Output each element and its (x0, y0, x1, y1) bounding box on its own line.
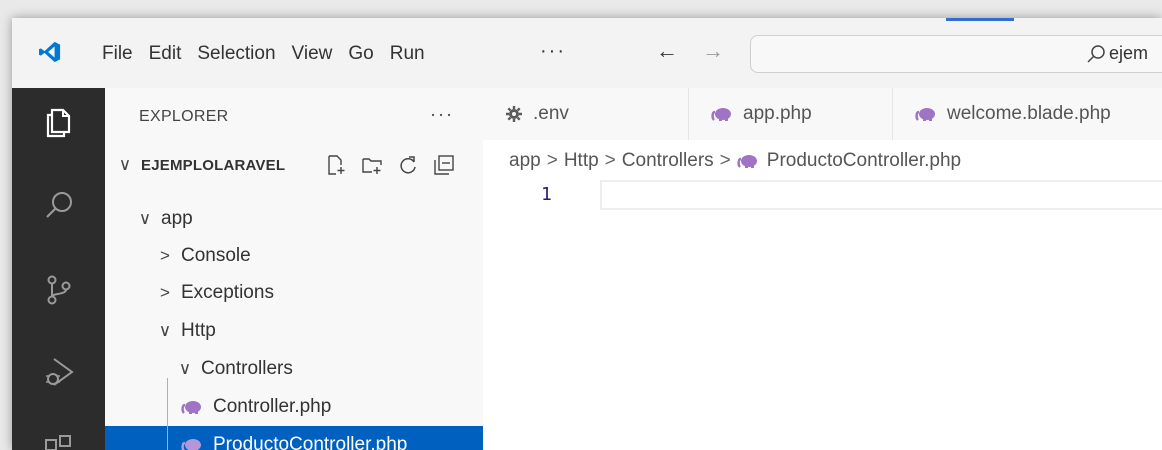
source-control-icon[interactable] (42, 273, 76, 307)
breadcrumb-controllers[interactable]: Controllers (622, 150, 714, 172)
vscode-window: File Edit Selection View Go Run ··· ← → … (12, 18, 1162, 450)
command-center-search[interactable]: ejem (750, 35, 1162, 73)
php-elephant-icon (915, 108, 935, 121)
tree-item-productocontroller-php[interactable]: ProductoController.php (105, 426, 483, 450)
line-number: 1 (541, 184, 552, 205)
current-line-highlight[interactable] (600, 180, 1162, 210)
php-elephant-icon (181, 439, 201, 450)
tab-env[interactable]: .env (483, 88, 689, 140)
tree-item-label: ProductoController.php (213, 434, 408, 450)
menu-more-button[interactable]: ··· (540, 40, 566, 63)
menu-view[interactable]: View (284, 42, 341, 66)
tree-item-http[interactable]: ∨ Http (105, 312, 483, 350)
php-elephant-icon (181, 401, 201, 414)
editor-area: .env app.php welcome.blade.php app > Htt… (483, 88, 1162, 450)
refresh-icon[interactable] (397, 154, 419, 176)
extensions-icon[interactable] (42, 428, 76, 450)
chevron-right-icon: > (160, 246, 170, 265)
tree-item-label: Http (181, 320, 216, 341)
chevron-down-icon: ∨ (138, 209, 152, 228)
title-accent-line (946, 18, 1014, 21)
tree-item-app[interactable]: ∨ app (105, 200, 483, 238)
search-icon[interactable] (42, 188, 76, 222)
search-icon (1087, 45, 1105, 63)
breadcrumb-separator: > (546, 150, 558, 171)
breadcrumb-app[interactable]: app (509, 150, 541, 172)
back-arrow-icon[interactable]: ← (656, 38, 678, 64)
vscode-logo-icon (39, 41, 61, 63)
root-folder-label: EJEMPLOLARAVEL (141, 156, 286, 174)
explorer-actions (325, 154, 455, 176)
menu-go[interactable]: Go (340, 42, 381, 66)
tree-item-label: Controller.php (213, 396, 332, 417)
chevron-down-icon: ∨ (158, 321, 172, 340)
chevron-down-icon: ∨ (178, 359, 192, 378)
tab-label: .env (533, 103, 569, 124)
tab-app-php[interactable]: app.php (689, 88, 893, 140)
menu-bar: File Edit Selection View Go Run (94, 42, 433, 66)
menu-edit[interactable]: Edit (141, 42, 190, 66)
breadcrumb-file[interactable]: ProductoController.php (767, 150, 961, 172)
tab-label: welcome.blade.php (947, 103, 1111, 124)
forward-arrow-icon[interactable]: → (702, 38, 724, 64)
tree-item-label: Controllers (201, 358, 293, 379)
breadcrumb-separator: > (604, 150, 616, 171)
new-file-icon[interactable] (325, 154, 347, 176)
menu-file[interactable]: File (94, 42, 141, 66)
explorer-sidebar: EXPLORER ··· ∨ EJEMPLOLARAVEL ∨ app > Co… (105, 88, 483, 450)
tree-item-label: Exceptions (181, 282, 274, 303)
title-bar: File Edit Selection View Go Run ··· ← → … (12, 18, 1162, 89)
tree-item-console[interactable]: > Console (105, 237, 483, 275)
tree-item-label: app (161, 208, 193, 229)
new-folder-icon[interactable] (361, 154, 383, 176)
tab-label: app.php (743, 103, 812, 124)
breadcrumb: app > Http > Controllers > ProductoContr… (509, 150, 961, 172)
collapse-all-icon[interactable] (433, 154, 455, 176)
explorer-title: EXPLORER (139, 108, 229, 125)
chevron-right-icon: > (160, 283, 170, 302)
indent-guide (167, 378, 168, 450)
tree-item-exceptions[interactable]: > Exceptions (105, 274, 483, 312)
php-elephant-icon (711, 108, 731, 121)
tab-welcome-blade-php[interactable]: welcome.blade.php (893, 88, 1162, 140)
gear-icon (506, 106, 522, 122)
tree-item-controllers[interactable]: ∨ Controllers (105, 350, 483, 388)
chevron-down-icon: ∨ (118, 155, 132, 174)
breadcrumb-separator: > (719, 150, 731, 171)
explorer-root-folder[interactable]: ∨ EJEMPLOLARAVEL (105, 146, 483, 184)
run-debug-icon[interactable] (42, 355, 76, 389)
php-elephant-icon (737, 155, 757, 168)
menu-run[interactable]: Run (382, 42, 433, 66)
breadcrumb-http[interactable]: Http (564, 150, 599, 172)
editor-tabs: .env app.php welcome.blade.php (483, 88, 1162, 140)
command-center-text: ejem (1109, 43, 1149, 63)
menu-selection[interactable]: Selection (189, 42, 283, 66)
activity-bar (12, 88, 105, 450)
tree-item-label: Console (181, 245, 251, 266)
tree-item-controller-php[interactable]: Controller.php (105, 388, 483, 426)
explorer-files-icon[interactable] (42, 106, 76, 140)
explorer-more-button[interactable]: ··· (430, 104, 454, 125)
